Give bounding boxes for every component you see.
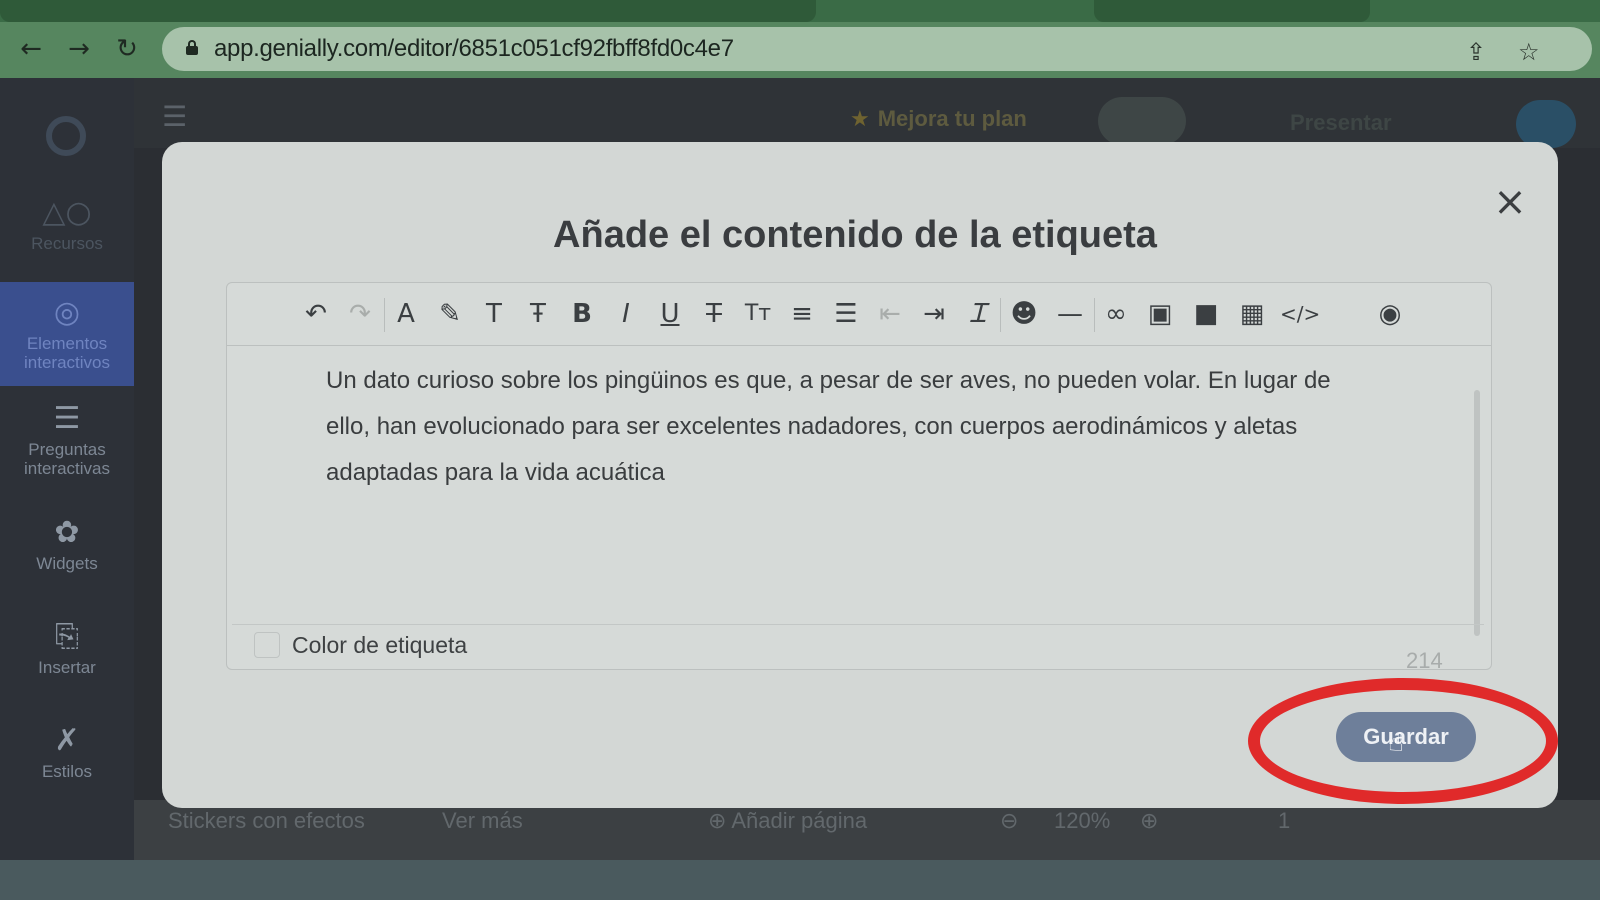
align-icon[interactable]: ≡	[784, 296, 820, 332]
video-icon[interactable]: ■	[1188, 296, 1224, 332]
label-text-content[interactable]: Un dato curioso sobre los pingüinos es q…	[326, 358, 1366, 496]
clear-format-icon[interactable]: Ꮖ	[960, 296, 996, 332]
editor-scrollbar[interactable]	[1474, 390, 1480, 636]
redo-icon[interactable]: ↷	[342, 296, 378, 332]
horizontal-rule-icon[interactable]: —	[1052, 296, 1088, 332]
indent-icon[interactable]: ⇥	[916, 296, 952, 332]
see-more-link[interactable]: Ver más	[442, 808, 523, 834]
browser-tab[interactable]	[0, 0, 816, 22]
highlight-icon[interactable]: ✎	[432, 296, 468, 332]
sidebar-item-estilos[interactable]: ✗ Estilos	[0, 723, 134, 782]
share-button[interactable]	[1516, 100, 1576, 148]
add-page-button[interactable]: ⊕ Añadir página	[708, 808, 867, 834]
browser-tab[interactable]	[1094, 0, 1370, 22]
sidebar-item-label: Estilos	[41, 762, 93, 781]
reload-icon[interactable]: ↻	[112, 34, 142, 64]
arrow-right-icon[interactable]: →	[64, 34, 94, 64]
image-icon[interactable]: ▣	[1142, 296, 1178, 332]
bullet-list-icon[interactable]: ☰	[828, 296, 864, 332]
font-case-icon[interactable]: Tт	[740, 296, 776, 332]
insert-icon: ⎘	[55, 619, 79, 654]
zoom-out-icon[interactable]: ⊖	[1000, 808, 1018, 834]
sidebar-item-label: Preguntas interactivas	[24, 440, 110, 478]
add-page-label: Añadir página	[731, 808, 868, 833]
crown-icon: ★	[850, 107, 870, 132]
label-color-text: Color de etiqueta	[292, 632, 468, 658]
stickers-link[interactable]: Stickers con efectos	[168, 808, 365, 834]
arrow-left-icon[interactable]: ←	[16, 34, 46, 64]
menu-icon[interactable]: ☰	[162, 100, 187, 133]
page-number: 1	[1278, 808, 1291, 833]
sidebar-item-label: Widgets	[36, 554, 98, 573]
present-button[interactable]: Presentar	[1290, 110, 1392, 136]
sidebar-item-label: Elementos interactivos	[24, 334, 110, 372]
sidebar-item-elementos[interactable]: ◎ Elementos interactivos	[0, 282, 134, 386]
url-text[interactable]: app.genially.com/editor/6851c051cf92fbff…	[214, 35, 734, 63]
pointer-icon: ◎	[53, 295, 81, 330]
code-icon[interactable]: </>	[1280, 296, 1320, 332]
label-color-swatch[interactable]	[254, 632, 280, 658]
collaborator-avatars[interactable]	[1098, 97, 1186, 145]
toolbar-divider	[1094, 298, 1095, 332]
os-taskbar	[0, 860, 1600, 900]
plus-circle-icon: ⊕	[708, 808, 732, 833]
sidebar-item-label: Insertar	[38, 658, 96, 677]
upgrade-plan-link[interactable]: ★ Mejora tu plan	[850, 106, 1027, 132]
tools-icon: ✗	[54, 723, 80, 758]
table-icon[interactable]: ▦	[1234, 296, 1270, 332]
line-height-icon[interactable]: Ŧ	[520, 296, 556, 332]
font-color-icon[interactable]: A	[388, 296, 424, 332]
italic-icon[interactable]: I	[608, 296, 644, 332]
character-counter: 214	[1406, 648, 1443, 673]
dialog-title: Añade el contenido de la etiqueta	[553, 214, 1157, 256]
toolbar-divider	[384, 298, 385, 332]
puzzle-icon: ✿	[54, 515, 80, 550]
close-icon[interactable]: ×	[1490, 182, 1530, 222]
lock-icon	[186, 40, 198, 55]
strikethrough-icon[interactable]: T	[696, 296, 732, 332]
underline-icon[interactable]: U	[652, 296, 688, 332]
preview-icon[interactable]: ◉	[1372, 296, 1408, 332]
toolbar-divider	[1000, 298, 1001, 332]
emoji-icon[interactable]: ☻	[1006, 296, 1042, 332]
browser-tabstrip	[0, 0, 1600, 22]
link-icon[interactable]: ∞	[1098, 296, 1134, 332]
genially-logo-icon	[46, 116, 86, 156]
upgrade-plan-label: Mejora tu plan	[877, 106, 1027, 131]
share-icon[interactable]: ⇪	[1466, 38, 1486, 66]
text-size-icon[interactable]: T	[476, 296, 512, 332]
sidebar-item-insertar[interactable]: ⎘ Insertar	[0, 619, 134, 678]
star-icon[interactable]: ☆	[1518, 38, 1540, 66]
highlight-ring	[1248, 678, 1558, 804]
sidebar-item-widgets[interactable]: ✿ Widgets	[0, 515, 134, 574]
bold-icon[interactable]: B	[564, 296, 600, 332]
zoom-in-icon[interactable]: ⊕	[1140, 808, 1158, 834]
outdent-icon[interactable]: ⇤	[872, 296, 908, 332]
undo-icon[interactable]: ↶	[298, 296, 334, 332]
sidebar-item-preguntas[interactable]: ☰ Preguntas interactivas	[0, 401, 134, 479]
zoom-level: 120%	[1054, 808, 1111, 833]
checklist-icon: ☰	[53, 401, 81, 436]
